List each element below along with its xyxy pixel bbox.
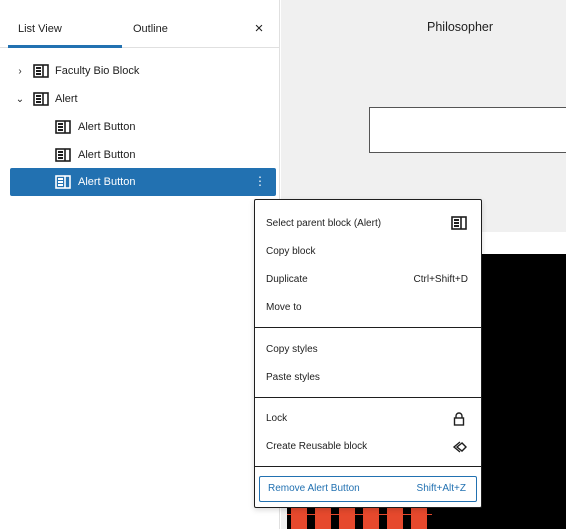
menu-item-paste-styles[interactable]: Paste styles bbox=[255, 364, 481, 392]
block-icon bbox=[33, 64, 49, 78]
tab-outline[interactable]: Outline bbox=[133, 10, 168, 48]
shortcut-label: Ctrl+Shift+D bbox=[413, 274, 468, 285]
content-box[interactable] bbox=[369, 107, 566, 153]
block-icon bbox=[55, 148, 71, 162]
block-icon bbox=[55, 175, 71, 189]
list-view-panel: List View Outline × › Faculty Bio Block … bbox=[0, 0, 280, 529]
active-tab-indicator bbox=[8, 45, 122, 48]
block-icon bbox=[33, 92, 49, 106]
editor-window: List View Outline × › Faculty Bio Block … bbox=[0, 0, 566, 529]
tab-list-view[interactable]: List View bbox=[18, 10, 62, 48]
list-item-label: Alert bbox=[55, 93, 78, 105]
list-item-label: Alert Button bbox=[78, 176, 136, 188]
menu-divider bbox=[255, 466, 481, 467]
list-item-faculty-bio-block[interactable]: › Faculty Bio Block bbox=[0, 57, 276, 85]
list-item-alert-button[interactable]: Alert Button bbox=[0, 113, 276, 141]
list-item-alert-button[interactable]: Alert Button bbox=[0, 141, 276, 169]
menu-divider bbox=[255, 327, 481, 328]
list-item-label: Alert Button bbox=[78, 121, 136, 133]
menu-divider bbox=[255, 397, 481, 398]
chevron-right-icon[interactable]: › bbox=[15, 66, 25, 77]
menu-item-select-parent[interactable]: Select parent block (Alert) bbox=[255, 210, 481, 238]
list-item-label: Alert Button bbox=[78, 149, 136, 161]
shortcut-label: Shift+Alt+Z bbox=[416, 483, 466, 494]
block-title: Philosopher bbox=[427, 20, 494, 34]
block-options-menu: Select parent block (Alert) Copy block D… bbox=[254, 199, 482, 508]
list-item-alert[interactable]: ⌄ Alert bbox=[0, 85, 276, 113]
menu-item-lock[interactable]: Lock bbox=[255, 405, 481, 433]
menu-item-copy-styles[interactable]: Copy styles bbox=[255, 336, 481, 364]
more-options-icon[interactable]: ⋮ bbox=[254, 174, 266, 188]
menu-item-remove-block[interactable]: Remove Alert Button Shift+Alt+Z bbox=[259, 476, 477, 502]
list-item-label: Faculty Bio Block bbox=[55, 65, 140, 77]
block-icon bbox=[55, 120, 71, 134]
menu-item-create-reusable[interactable]: Create Reusable block bbox=[255, 433, 481, 461]
block-icon bbox=[451, 216, 467, 232]
lock-icon bbox=[451, 411, 467, 427]
close-panel-button[interactable]: × bbox=[249, 10, 269, 48]
panel-tabs: List View Outline × bbox=[0, 10, 280, 48]
menu-item-move-to[interactable]: Move to bbox=[255, 294, 481, 322]
menu-item-copy-block[interactable]: Copy block bbox=[255, 238, 481, 266]
menu-item-duplicate[interactable]: Duplicate Ctrl+Shift+D bbox=[255, 266, 481, 294]
chevron-down-icon[interactable]: ⌄ bbox=[15, 94, 25, 105]
list-item-alert-button-selected[interactable]: Alert Button ⋮ bbox=[10, 168, 276, 196]
reusable-block-icon bbox=[451, 439, 467, 455]
